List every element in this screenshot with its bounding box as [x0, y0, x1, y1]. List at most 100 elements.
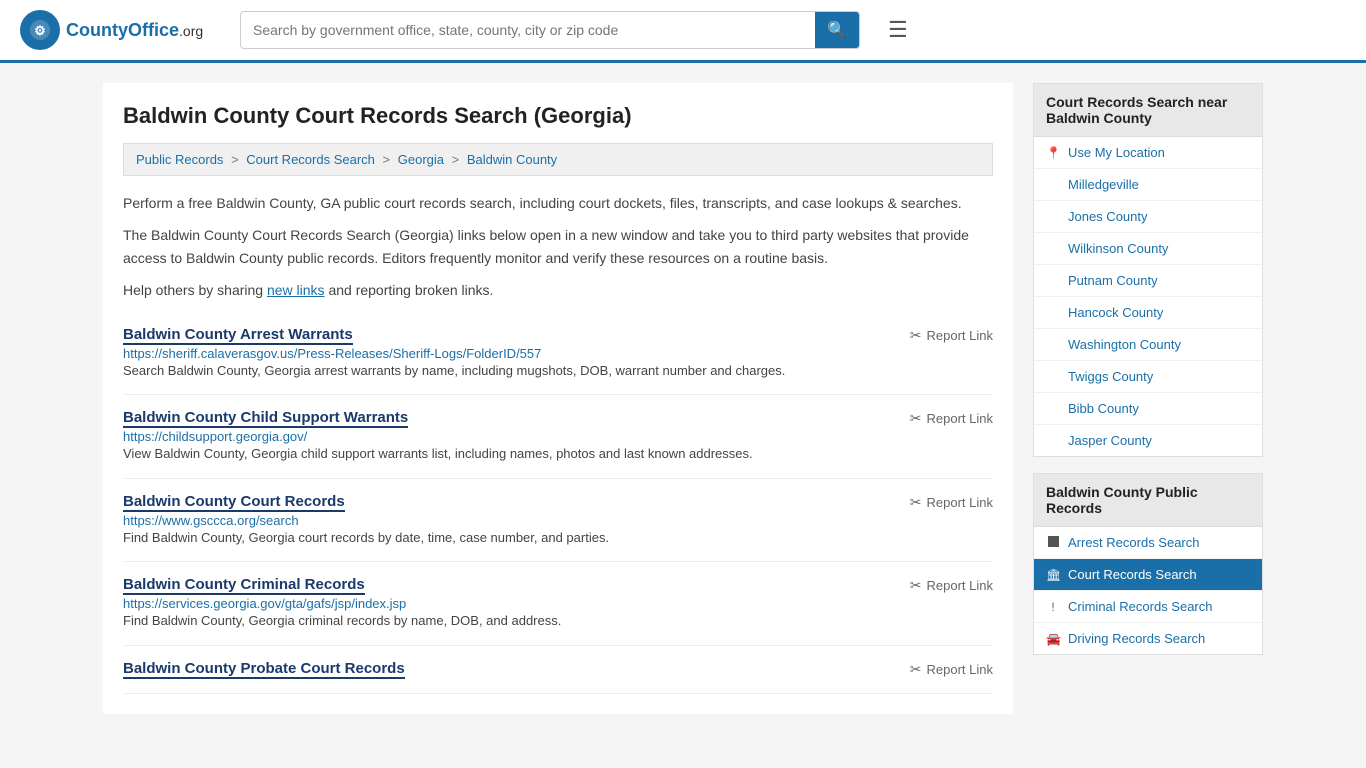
- logo-icon: ⚙: [20, 10, 60, 50]
- record-header: Baldwin County Arrest Warrants ✂ Report …: [123, 326, 993, 345]
- record-title-4[interactable]: Baldwin County Probate Court Records: [123, 660, 405, 679]
- report-link-2[interactable]: ✂ Report Link: [910, 494, 993, 511]
- pin-icon: 📍: [1046, 146, 1060, 160]
- svg-text:⚙: ⚙: [34, 23, 46, 38]
- report-link-0[interactable]: ✂ Report Link: [910, 327, 993, 344]
- report-label-3: Report Link: [927, 578, 993, 593]
- record-desc-3: Find Baldwin County, Georgia criminal re…: [123, 611, 993, 631]
- breadcrumb: Public Records > Court Records Search > …: [123, 143, 993, 176]
- description-1: Perform a free Baldwin County, GA public…: [123, 192, 993, 214]
- logo-text: CountyOffice.org: [66, 20, 203, 41]
- report-label-1: Report Link: [927, 411, 993, 426]
- record-header: Baldwin County Probate Court Records ✂ R…: [123, 660, 993, 679]
- breadcrumb-sep1: >: [231, 152, 242, 167]
- report-icon-3: ✂: [910, 577, 922, 594]
- logo-name: CountyOffice: [66, 20, 179, 40]
- sidebar-item-arrest-records[interactable]: Arrest Records Search: [1034, 527, 1262, 559]
- record-item: Baldwin County Court Records ✂ Report Li…: [123, 479, 993, 563]
- court-records-icon: 🏛: [1046, 568, 1060, 582]
- menu-button[interactable]: ☰: [880, 13, 916, 47]
- driving-records-link[interactable]: Driving Records Search: [1068, 631, 1205, 646]
- hancock-county-link[interactable]: Hancock County: [1068, 305, 1163, 320]
- court-records-link[interactable]: Court Records Search: [1068, 567, 1197, 582]
- record-header: Baldwin County Child Support Warrants ✂ …: [123, 409, 993, 428]
- record-title-1[interactable]: Baldwin County Child Support Warrants: [123, 409, 408, 428]
- sidebar-nearby-title: Court Records Search near Baldwin County: [1034, 84, 1262, 137]
- record-item: Baldwin County Criminal Records ✂ Report…: [123, 562, 993, 646]
- sidebar-nearby-section: Court Records Search near Baldwin County…: [1033, 83, 1263, 457]
- sidebar-public-records-section: Baldwin County Public Records Arrest Rec…: [1033, 473, 1263, 655]
- record-title-3[interactable]: Baldwin County Criminal Records: [123, 576, 365, 595]
- breadcrumb-public-records[interactable]: Public Records: [136, 152, 223, 167]
- description-2: The Baldwin County Court Records Search …: [123, 224, 993, 269]
- criminal-records-link[interactable]: Criminal Records Search: [1068, 599, 1213, 614]
- record-desc-1: View Baldwin County, Georgia child suppo…: [123, 444, 993, 464]
- sidebar-item-twiggs-county[interactable]: Twiggs County: [1034, 361, 1262, 393]
- jones-county-link[interactable]: Jones County: [1068, 209, 1148, 224]
- record-header: Baldwin County Court Records ✂ Report Li…: [123, 493, 993, 512]
- sidebar-item-jasper-county[interactable]: Jasper County: [1034, 425, 1262, 456]
- breadcrumb-baldwin[interactable]: Baldwin County: [467, 152, 557, 167]
- breadcrumb-court-records[interactable]: Court Records Search: [246, 152, 375, 167]
- logo-tld: .org: [179, 23, 203, 39]
- record-url-3[interactable]: https://services.georgia.gov/gta/gafs/js…: [123, 596, 406, 611]
- report-link-1[interactable]: ✂ Report Link: [910, 410, 993, 427]
- main-content: Baldwin County Court Records Search (Geo…: [103, 83, 1013, 714]
- sidebar-item-washington-county[interactable]: Washington County: [1034, 329, 1262, 361]
- milledgeville-link[interactable]: Milledgeville: [1068, 177, 1139, 192]
- breadcrumb-georgia[interactable]: Georgia: [398, 152, 444, 167]
- desc3-post: and reporting broken links.: [325, 282, 494, 298]
- search-input[interactable]: [241, 14, 815, 46]
- use-my-location-link[interactable]: Use My Location: [1068, 145, 1165, 160]
- twiggs-county-link[interactable]: Twiggs County: [1068, 369, 1153, 384]
- wilkinson-county-link[interactable]: Wilkinson County: [1068, 241, 1168, 256]
- description-3: Help others by sharing new links and rep…: [123, 279, 993, 301]
- arrest-records-link[interactable]: Arrest Records Search: [1068, 535, 1200, 550]
- search-button[interactable]: 🔍: [815, 12, 859, 48]
- arrest-records-icon: [1046, 536, 1060, 550]
- report-icon-0: ✂: [910, 327, 922, 344]
- record-desc-0: Search Baldwin County, Georgia arrest wa…: [123, 361, 993, 381]
- putnam-county-link[interactable]: Putnam County: [1068, 273, 1158, 288]
- sidebar-item-criminal-records[interactable]: ! Criminal Records Search: [1034, 591, 1262, 623]
- sidebar-item-use-my-location[interactable]: 📍 Use My Location: [1034, 137, 1262, 169]
- jasper-county-link[interactable]: Jasper County: [1068, 433, 1152, 448]
- sidebar-item-jones-county[interactable]: Jones County: [1034, 201, 1262, 233]
- sidebar-item-driving-records[interactable]: 🚘 Driving Records Search: [1034, 623, 1262, 654]
- report-label-0: Report Link: [927, 328, 993, 343]
- record-url-1[interactable]: https://childsupport.georgia.gov/: [123, 429, 307, 444]
- sidebar-public-records-title: Baldwin County Public Records: [1034, 474, 1262, 527]
- report-icon-4: ✂: [910, 661, 922, 678]
- record-title-0[interactable]: Baldwin County Arrest Warrants: [123, 326, 353, 345]
- breadcrumb-sep2: >: [383, 152, 394, 167]
- records-list: Baldwin County Arrest Warrants ✂ Report …: [123, 312, 993, 694]
- sidebar-item-hancock-county[interactable]: Hancock County: [1034, 297, 1262, 329]
- record-url-0[interactable]: https://sheriff.calaverasgov.us/Press-Re…: [123, 346, 541, 361]
- sidebar-item-bibb-county[interactable]: Bibb County: [1034, 393, 1262, 425]
- record-header: Baldwin County Criminal Records ✂ Report…: [123, 576, 993, 595]
- desc3-pre: Help others by sharing: [123, 282, 267, 298]
- record-item: Baldwin County Probate Court Records ✂ R…: [123, 646, 993, 694]
- report-label-2: Report Link: [927, 495, 993, 510]
- bibb-county-link[interactable]: Bibb County: [1068, 401, 1139, 416]
- page-title: Baldwin County Court Records Search (Geo…: [123, 103, 993, 129]
- sidebar-item-putnam-county[interactable]: Putnam County: [1034, 265, 1262, 297]
- record-url-2[interactable]: https://www.gsccca.org/search: [123, 513, 299, 528]
- site-header: ⚙ CountyOffice.org 🔍 ☰: [0, 0, 1366, 63]
- sidebar-item-court-records[interactable]: 🏛 Court Records Search: [1034, 559, 1262, 591]
- sidebar-item-wilkinson-county[interactable]: Wilkinson County: [1034, 233, 1262, 265]
- report-icon-2: ✂: [910, 494, 922, 511]
- report-label-4: Report Link: [927, 662, 993, 677]
- record-item: Baldwin County Arrest Warrants ✂ Report …: [123, 312, 993, 396]
- driving-records-icon: 🚘: [1046, 632, 1060, 646]
- report-icon-1: ✂: [910, 410, 922, 427]
- report-link-4[interactable]: ✂ Report Link: [910, 661, 993, 678]
- main-container: Baldwin County Court Records Search (Geo…: [83, 63, 1283, 734]
- report-link-3[interactable]: ✂ Report Link: [910, 577, 993, 594]
- new-links-link[interactable]: new links: [267, 282, 325, 298]
- record-item: Baldwin County Child Support Warrants ✂ …: [123, 395, 993, 479]
- record-title-2[interactable]: Baldwin County Court Records: [123, 493, 345, 512]
- sidebar: Court Records Search near Baldwin County…: [1033, 83, 1263, 714]
- sidebar-item-milledgeville[interactable]: Milledgeville: [1034, 169, 1262, 201]
- washington-county-link[interactable]: Washington County: [1068, 337, 1181, 352]
